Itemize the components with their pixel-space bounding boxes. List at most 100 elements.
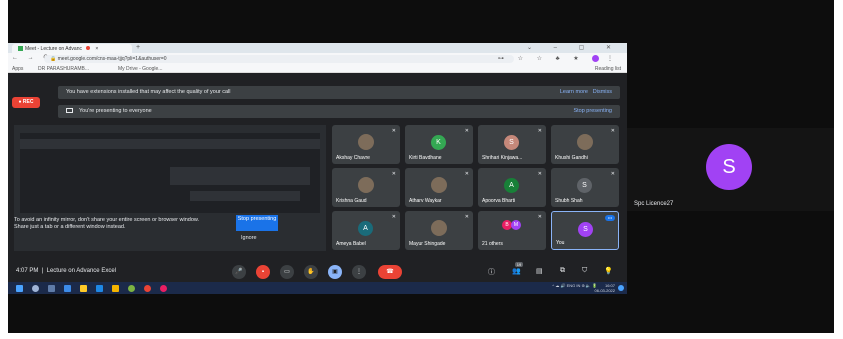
participant-avatar: A <box>358 221 373 236</box>
lightbulb-icon[interactable]: 💡 <box>604 267 613 275</box>
reading-list[interactable]: Reading list <box>595 66 621 72</box>
end-call-button[interactable]: ☎ <box>378 265 402 279</box>
present-now-button[interactable]: ▣ <box>328 265 342 279</box>
meeting-separator: | <box>41 268 44 274</box>
meet-control-bar: 4:07 PM | Lecture on Advance Excel 🎤 ▪ ▭… <box>8 262 627 282</box>
bookmark-apps[interactable]: Apps <box>12 66 23 72</box>
participant-name: Khushi Gandhi <box>555 155 588 161</box>
present-screen-icon <box>66 108 73 114</box>
shared-screen: Meet - Lecture on Advanc × + ⌄ – ▢ ✕ ← →… <box>8 43 627 294</box>
language-indicator[interactable]: ENG IN <box>567 283 581 288</box>
profile-avatar-icon[interactable] <box>592 55 600 62</box>
participant-name: Shrihari Kinjawa... <box>482 155 523 161</box>
tab-close-icon[interactable]: × <box>95 46 98 52</box>
participant-name: Ameya Babel <box>336 241 366 247</box>
host-controls-icon[interactable]: ⛉ <box>582 267 587 275</box>
participant-name: Kirti Bavdhane <box>409 155 442 161</box>
windows-start-icon[interactable] <box>16 285 23 292</box>
taskbar-clock[interactable]: 16:07 06-03-2022 <box>595 283 615 293</box>
participant-tile[interactable]: A ✕ Apoorva Bharti <box>478 168 546 207</box>
muted-mic-icon: ✕ <box>391 171 396 177</box>
camera-off-button[interactable]: ▪ <box>256 265 270 279</box>
participant-name: You <box>556 240 565 246</box>
bookmark-item-1[interactable]: DR PARASHURAMB... <box>38 66 89 72</box>
activities-icon[interactable]: ⧉ <box>560 267 565 275</box>
presenting-banner: You're presenting to everyone Stop prese… <box>58 105 620 118</box>
muted-mic-icon: ✕ <box>464 214 469 220</box>
participant-tile[interactable]: ✕ Akshay Chavre <box>332 125 400 164</box>
participant-tile[interactable]: B M ✕ 21 others <box>478 211 546 250</box>
participant-tile[interactable]: ✕ Mayur Shingade <box>405 211 473 250</box>
raise-hand-button[interactable]: ✋ <box>304 265 318 279</box>
window-controls[interactable]: ⌄ – ▢ ✕ <box>527 44 621 51</box>
meeting-name: Lecture on Advance Excel <box>46 268 116 274</box>
participant-avatar: A <box>504 178 519 193</box>
participant-tile[interactable]: K ✕ Kirti Bavdhane <box>405 125 473 164</box>
participant-tile[interactable]: A ✕ Ameya Babel <box>332 211 400 250</box>
participant-tile[interactable]: S ✕ Shubh Shah <box>551 168 619 207</box>
learn-more-link[interactable]: Learn more <box>560 86 588 99</box>
mail-icon[interactable] <box>96 285 103 292</box>
url-field[interactable]: 🔒 meet.google.com/cns-maa-tjjq?pli=1&aut… <box>44 55 514 63</box>
windows-taskbar: ^ ☁ 🔊 ENG IN ⊛ 🔈 🔋 16:07 06-03-2022 <box>8 282 627 294</box>
taskbar-date: 06-03-2022 <box>594 288 615 293</box>
folder-icon[interactable] <box>112 285 119 292</box>
participant-name: Atharv Waykar <box>409 198 442 204</box>
browser-tab[interactable]: Meet - Lecture on Advanc × <box>12 44 132 53</box>
screen-root: Meet - Lecture on Advanc × + ⌄ – ▢ ✕ ← →… <box>0 0 843 339</box>
bookmarks-bar: Apps DR PARASHURAMB... My Drive - Google… <box>8 64 627 73</box>
dismiss-button[interactable]: Dismiss <box>593 86 612 99</box>
recording-badge: ● REC <box>12 97 40 108</box>
lock-icon: 🔒 <box>50 56 58 62</box>
more-options-icon[interactable]: ••• <box>605 215 615 221</box>
participant-photo <box>358 177 374 193</box>
url-text: meet.google.com/cns-maa-tjjq?pli=1&authu… <box>57 56 167 62</box>
extension-warning-banner: You have extensions installed that may a… <box>58 86 620 99</box>
mic-button[interactable]: 🎤 <box>232 265 246 279</box>
participant-avatar: S <box>577 178 592 193</box>
extension-warning-text: You have extensions installed that may a… <box>66 89 231 95</box>
muted-mic-icon: ✕ <box>610 171 615 177</box>
muted-mic-icon: ✕ <box>610 128 615 134</box>
new-tab-button[interactable]: + <box>136 44 140 51</box>
participant-photo <box>431 177 447 193</box>
more-options-button[interactable]: ⋮ <box>352 265 366 279</box>
stop-presenting-link[interactable]: Stop presenting <box>573 105 612 118</box>
extension-icons[interactable]: ⊶ ☆ ☆ ♣ ★ ⋮ <box>498 55 619 62</box>
people-icon[interactable]: 👥 <box>512 267 521 275</box>
store-icon[interactable] <box>128 285 135 292</box>
participant-tile-right[interactable]: S Spc Licence27 <box>627 128 834 211</box>
info-icon[interactable]: ⓘ <box>488 267 495 277</box>
file-explorer-icon[interactable] <box>80 285 87 292</box>
participant-grid: ✕ Akshay Chavre K ✕ Kirti Bavdhane S ✕ Shrihari… <box>332 125 622 251</box>
participant-photo <box>358 134 374 150</box>
participant-tile[interactable]: S ••• You <box>551 211 619 250</box>
task-view-icon[interactable] <box>48 285 55 292</box>
participant-avatar: K <box>431 135 446 150</box>
notification-icon[interactable] <box>618 285 624 291</box>
meeting-info: 4:07 PM | Lecture on Advance Excel <box>16 268 116 274</box>
participant-avatar: S <box>706 144 752 190</box>
participant-tile[interactable]: S ✕ Shrihari Kinjawa... <box>478 125 546 164</box>
participant-tile[interactable]: ✕ Atharv Waykar <box>405 168 473 207</box>
participant-tile[interactable]: ✕ Khushi Gandhi <box>551 125 619 164</box>
ignore-button[interactable]: Ignore <box>241 235 257 241</box>
participant-name: Krishna Gaud <box>336 198 367 204</box>
participant-tile[interactable]: ✕ Krishna Gaud <box>332 168 400 207</box>
participant-avatar: S <box>578 222 593 237</box>
muted-mic-icon: ✕ <box>391 214 396 220</box>
meet-page: ● REC You have extensions installed that… <box>8 73 627 262</box>
bookmark-item-2[interactable]: My Drive - Google... <box>118 66 162 72</box>
participant-photo <box>577 134 593 150</box>
system-tray[interactable]: ^ ☁ 🔊 ENG IN ⊛ 🔈 🔋 <box>552 284 597 288</box>
extension-icon-group[interactable]: ⊶ ☆ ☆ ♣ ★ <box>498 56 585 62</box>
presenting-text: You're presenting to everyone <box>79 108 152 114</box>
stop-presenting-button[interactable]: Stop presenting <box>236 215 278 231</box>
chrome-icon[interactable] <box>144 285 151 292</box>
captions-button[interactable]: ▭ <box>280 265 294 279</box>
app-icon[interactable] <box>160 285 167 292</box>
infinity-mirror-warning: To avoid an infinity mirror, don't share… <box>14 217 200 230</box>
edge-icon[interactable] <box>64 285 71 292</box>
chat-icon[interactable]: ▤ <box>536 267 543 275</box>
search-icon[interactable] <box>32 285 39 292</box>
